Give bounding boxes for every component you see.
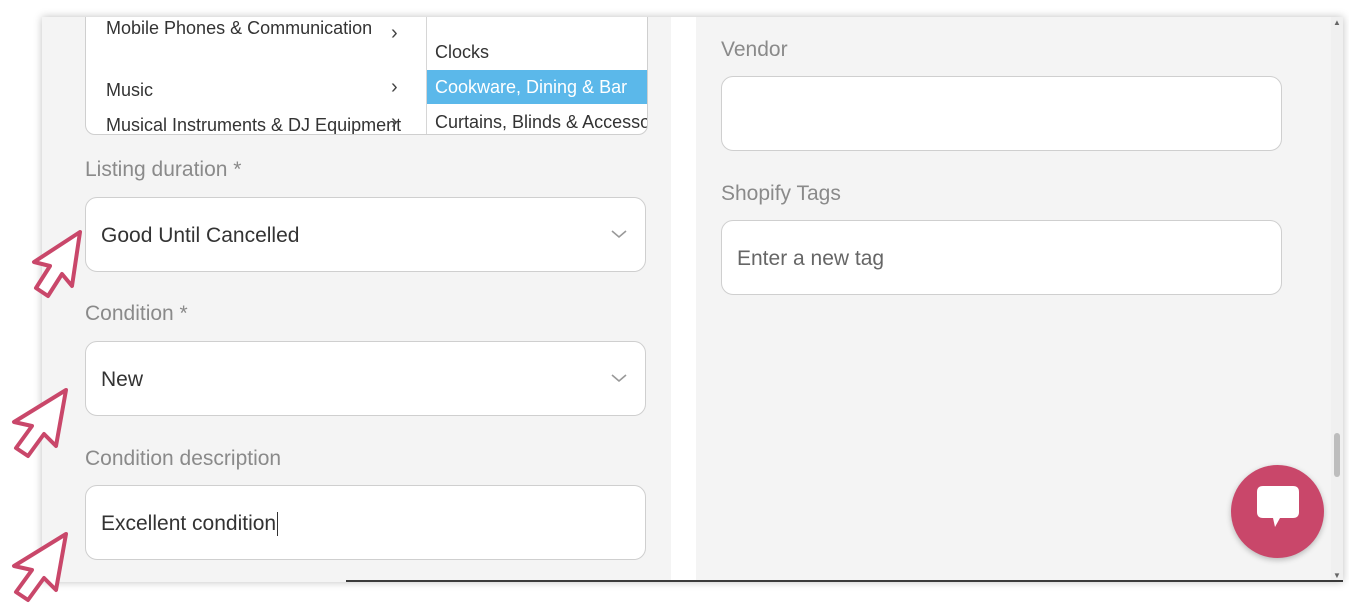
shopify-tags-placeholder: Enter a new tag [737,247,885,270]
scroll-up-arrow-icon[interactable]: ▲ [1333,19,1341,27]
category-column-primary: Mobile Phones & Communication › Music › … [86,17,427,134]
subcategory-item-clocks[interactable]: Clocks [427,35,647,69]
shopify-tags-input[interactable]: Enter a new tag [721,220,1282,295]
category-item-music[interactable]: Music [106,80,406,100]
text-caret [277,512,279,537]
chat-button[interactable] [1231,465,1324,558]
scroll-down-arrow-icon[interactable]: ▼ [1333,572,1341,580]
subcategory-item-curtains[interactable]: Curtains, Blinds & Accessories [427,105,647,134]
vertical-scrollbar[interactable]: ▲ ▼ [1331,17,1343,582]
pointer-cursor-icon [12,388,68,458]
right-panel: Vendor Shopify Tags Enter a new tag [696,17,1307,582]
subcategory-item-cookware[interactable]: Cookware, Dining & Bar [427,70,647,104]
condition-description-input[interactable]: Excellent condition [85,485,646,560]
category-picker: Mobile Phones & Communication › Music › … [85,17,648,135]
pointer-cursor-icon [12,532,68,602]
condition-description-label: Condition description [85,447,282,470]
category-item-musical-instruments[interactable]: Musical Instruments & DJ Equipment [106,115,406,134]
scroll-thumb[interactable] [1334,433,1340,477]
chevron-down-icon [611,230,627,239]
category-item-mobile-phones[interactable]: Mobile Phones & Communication [106,18,406,38]
condition-value: New [101,368,144,391]
listing-duration-value: Good Until Cancelled [101,224,300,247]
vendor-label: Vendor [721,38,788,61]
vendor-input[interactable] [721,76,1282,151]
condition-label: Condition * [85,302,188,325]
chat-bubble-icon [1257,486,1299,527]
condition-select[interactable]: New [85,341,646,416]
left-panel: Mobile Phones & Communication › Music › … [60,17,671,582]
condition-description-value: Excellent condition [101,512,277,535]
listing-duration-select[interactable]: Good Until Cancelled [85,197,646,272]
panel-gutter [671,17,696,582]
shopify-tags-label: Shopify Tags [721,182,841,205]
chevron-right-icon: › [391,111,398,133]
app-window: Mobile Phones & Communication › Music › … [42,17,1343,582]
chevron-down-icon [611,374,627,383]
chevron-right-icon: › [391,22,398,44]
listing-duration-label: Listing duration * [85,158,242,181]
bottom-divider [346,580,1343,582]
chevron-right-icon: › [391,76,398,98]
category-column-secondary: Clocks Cookware, Dining & Bar Curtains, … [427,17,647,134]
pointer-cursor-icon [32,230,82,298]
